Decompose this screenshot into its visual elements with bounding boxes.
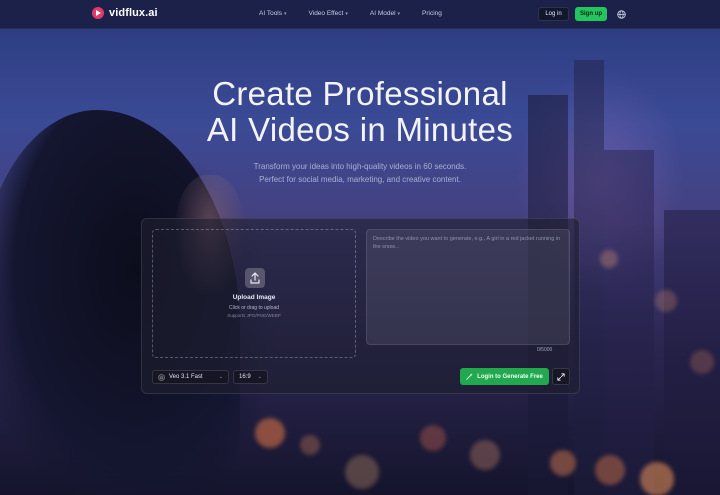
prompt-box <box>366 229 570 345</box>
nav-item-video-effect[interactable]: Video Effect ▾ <box>309 10 348 17</box>
login-button[interactable]: Log in <box>538 7 569 21</box>
model-select[interactable]: G Veo 3.1 Fast ⌄ <box>152 370 229 384</box>
hero-subtitle-line-1: Transform your ideas into high-quality v… <box>253 162 467 171</box>
play-logo-icon <box>92 7 104 19</box>
nav-item-ai-tools[interactable]: AI Tools ▾ <box>259 10 287 17</box>
main-menu: AI Tools ▾ Video Effect ▾ AI Model ▾ Pri… <box>259 10 464 17</box>
chevron-down-icon: ▾ <box>284 10 287 17</box>
video-generator-panel: Upload Image Click or drag to upload Sup… <box>141 218 580 394</box>
aspect-ratio-select[interactable]: 16:9 ⌄ <box>233 370 268 384</box>
upload-title: Upload Image <box>232 294 276 301</box>
hero-title: Create Professional AI Videos in Minutes <box>0 76 720 148</box>
hero-subtitle: Transform your ideas into high-quality v… <box>0 160 720 186</box>
nav-item-pricing[interactable]: Pricing <box>422 10 442 17</box>
chevron-down-icon: ▾ <box>397 10 401 17</box>
nav-item-label: Video Effect <box>308 10 344 17</box>
signup-button[interactable]: Sign up <box>575 7 607 21</box>
chevron-down-icon: ▾ <box>345 10 348 17</box>
hero-subtitle-line-2: Perfect for social media, marketing, and… <box>259 175 461 184</box>
magic-wand-icon <box>466 373 473 380</box>
login-to-generate-button[interactable]: Login to Generate Free <box>460 368 549 385</box>
nav-item-ai-model[interactable]: AI Model ▾ <box>370 10 400 17</box>
upload-icon <box>245 268 265 288</box>
hero-title-line-2: AI Videos in Minutes <box>206 111 514 148</box>
chevron-down-icon: ⌄ <box>257 374 262 380</box>
brand-logo[interactable]: vidflux.ai <box>92 7 158 19</box>
prompt-textarea[interactable] <box>373 235 563 339</box>
upload-formats: Supports JPG/PNG/WEBP <box>227 313 281 318</box>
nav-item-label: Pricing <box>422 10 442 17</box>
aspect-ratio-value: 16:9 <box>239 374 251 380</box>
top-navbar: vidflux.ai AI Tools ▾ Video Effect ▾ AI … <box>0 0 720 29</box>
hero-title-line-1: Create Professional <box>212 75 508 112</box>
expand-icon <box>557 372 565 381</box>
globe-icon[interactable] <box>617 10 626 19</box>
expand-button[interactable] <box>552 368 570 385</box>
character-counter: 0/5000 <box>537 347 553 353</box>
brand-name: vidflux.ai <box>109 7 158 19</box>
image-upload-dropzone[interactable]: Upload Image Click or drag to upload Sup… <box>152 229 356 358</box>
model-select-value: Veo 3.1 Fast <box>169 374 203 380</box>
google-model-icon: G <box>158 373 165 381</box>
nav-item-label: AI Model <box>369 10 396 17</box>
upload-hint: Click or drag to upload <box>228 305 280 311</box>
nav-item-label: AI Tools <box>259 10 283 17</box>
generate-button-label: Login to Generate Free <box>477 373 543 380</box>
chevron-down-icon: ⌄ <box>218 374 223 380</box>
